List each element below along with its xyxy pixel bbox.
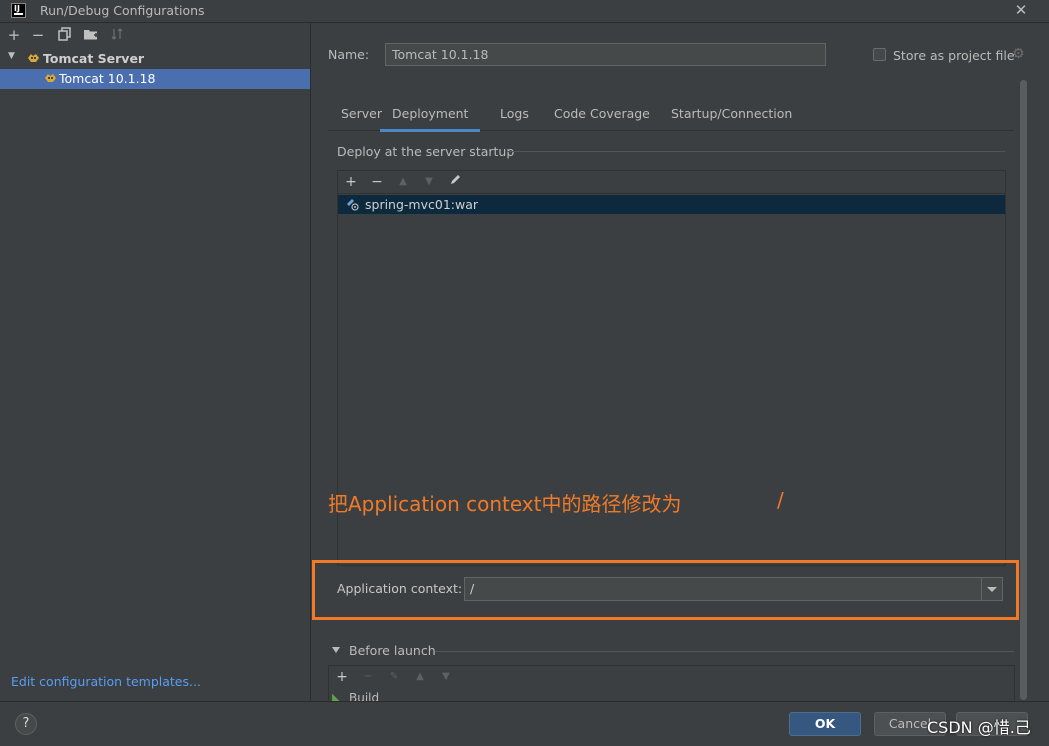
chevron-down-icon[interactable] <box>981 578 1002 600</box>
remove-icon[interactable]: − <box>30 27 46 43</box>
store-as-project-file-checkbox[interactable] <box>873 48 886 61</box>
tree-item-label: Tomcat 10.1.18 <box>59 71 156 86</box>
tab-server[interactable]: Server <box>341 106 382 129</box>
annotation-slash: / <box>777 488 784 512</box>
csdn-watermark: CSDN @惜.己 <box>927 718 1031 737</box>
vertical-scrollbar[interactable] <box>1020 80 1027 700</box>
before-launch-task-row[interactable]: ◣ Build <box>330 692 390 701</box>
chevron-down-icon[interactable]: ▼ <box>8 51 15 61</box>
move-up-icon[interactable]: ▲ <box>395 173 411 191</box>
deploy-section-title: Deploy at the server startup <box>337 144 515 159</box>
tomcat-icon <box>27 52 40 67</box>
edit-pencil-icon[interactable]: ✎ <box>386 668 402 686</box>
collapse-arrow-icon[interactable] <box>332 647 340 653</box>
before-launch-list <box>328 665 1015 700</box>
configuration-tree-panel <box>0 23 311 701</box>
edit-configuration-templates-link[interactable]: Edit configuration templates... <box>11 674 201 689</box>
window-title: Run/Debug Configurations <box>40 3 205 18</box>
artifact-label: spring-mvc01:war <box>365 197 479 212</box>
task-label: Build <box>349 692 380 701</box>
ok-button[interactable]: OK <box>789 712 861 736</box>
intellij-app-icon: IJ <box>11 3 26 18</box>
tab-deployment[interactable]: Deployment <box>380 106 481 132</box>
edit-pencil-icon[interactable] <box>447 173 463 191</box>
annotation-text: 把Application context中的路径修改为 <box>328 492 682 516</box>
tab-bar: Server Deployment Logs Code Coverage Sta… <box>328 100 1014 132</box>
tree-group-tomcat-server[interactable]: ▼ Tomcat Server <box>0 50 310 69</box>
store-as-project-file-label[interactable]: Store as project file <box>893 48 1015 63</box>
artifact-war-icon <box>346 198 359 211</box>
remove-icon[interactable]: − <box>360 668 376 686</box>
tree-item-tomcat-config[interactable]: Tomcat 10.1.18 <box>0 69 310 89</box>
name-label: Name: <box>328 47 370 62</box>
add-icon[interactable]: + <box>343 173 359 191</box>
artifact-row[interactable]: spring-mvc01:war <box>338 195 1005 214</box>
application-context-combobox[interactable] <box>464 577 1003 601</box>
before-launch-title[interactable]: Before launch <box>349 643 436 658</box>
close-icon[interactable]: ✕ <box>1012 0 1030 20</box>
tree-group-label: Tomcat Server <box>43 51 145 66</box>
sort-icon[interactable] <box>109 27 125 43</box>
copy-icon[interactable] <box>57 27 73 43</box>
gear-icon[interactable]: ⚙ <box>1012 46 1025 62</box>
add-icon[interactable]: + <box>6 27 22 43</box>
tomcat-icon <box>44 72 57 87</box>
move-up-icon[interactable]: ▲ <box>412 668 428 686</box>
deployment-toolbar: + − ▲ ▼ <box>338 171 1005 194</box>
remove-icon[interactable]: − <box>369 173 385 191</box>
application-context-value[interactable]: / <box>470 581 474 596</box>
tab-logs[interactable]: Logs <box>500 106 529 129</box>
build-hammer-icon: ◣ <box>332 692 340 701</box>
divider <box>507 151 1005 152</box>
application-context-label: Application context: <box>337 581 463 596</box>
name-field[interactable]: Tomcat 10.1.18 <box>385 43 826 66</box>
add-icon[interactable]: + <box>334 668 350 686</box>
divider <box>435 651 1014 652</box>
help-button[interactable]: ? <box>15 713 37 735</box>
tab-startup-connection[interactable]: Startup/Connection <box>671 106 792 129</box>
move-down-icon[interactable]: ▼ <box>421 173 437 191</box>
move-down-icon[interactable]: ▼ <box>438 668 454 686</box>
folder-add-icon[interactable] <box>83 27 99 43</box>
tab-code-coverage[interactable]: Code Coverage <box>554 106 650 129</box>
